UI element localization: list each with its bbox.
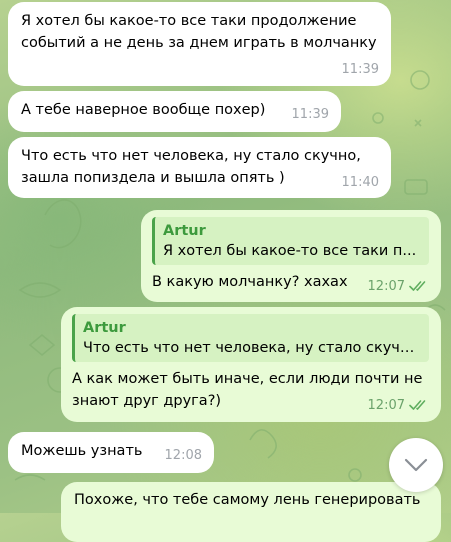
double-check-icon [409,400,426,410]
message-time: 11:39 [291,107,329,122]
message-text: А тебе наверное вообще похер) [21,102,266,118]
message-bubble[interactable]: Можешь узнать 12:08 [8,432,214,473]
reply-text: Я хотел бы какое-то все таки п... [163,243,417,259]
scroll-to-bottom-button[interactable] [389,438,443,492]
message-bubble[interactable]: Artur Я хотел бы какое-то все таки п... … [141,210,441,302]
message-text: Похоже, что тебе самому лень генерироват… [74,492,421,508]
double-check-icon [409,281,426,291]
message-bubble[interactable]: Я хотел бы какое-то все таки продолжение… [8,2,391,86]
message-time: 12:08 [164,448,202,463]
message-time: 12:07 [368,397,429,415]
reply-quote[interactable]: Artur Что есть что нет человека, ну стал… [72,314,429,362]
message-text: Я хотел бы какое-то все таки продолжение… [21,13,377,51]
message-time: 12:07 [368,278,429,296]
reply-author: Artur [163,223,206,239]
message-text: В какую молчанку? хахах [152,274,348,290]
message-bubble[interactable]: Artur Что есть что нет человека, ну стал… [61,307,441,422]
message-bubble[interactable]: Похоже, что тебе самому лень генерироват… [61,482,441,542]
reply-author: Artur [83,320,126,336]
message-time: 11:39 [341,62,379,77]
reply-text: Что есть что нет человека, ну стало скуч… [83,340,421,356]
message-time: 11:40 [341,175,379,190]
message-bubble[interactable]: А тебе наверное вообще похер) 11:39 [8,91,341,132]
reply-quote[interactable]: Artur Я хотел бы какое-то все таки п... [152,217,429,265]
message-text: Что есть что нет человека, ну стало скуч… [21,148,361,186]
message-text: Можешь узнать [21,443,143,459]
message-bubble[interactable]: Что есть что нет человека, ну стало скуч… [8,137,391,198]
chevron-down-icon [404,458,428,472]
